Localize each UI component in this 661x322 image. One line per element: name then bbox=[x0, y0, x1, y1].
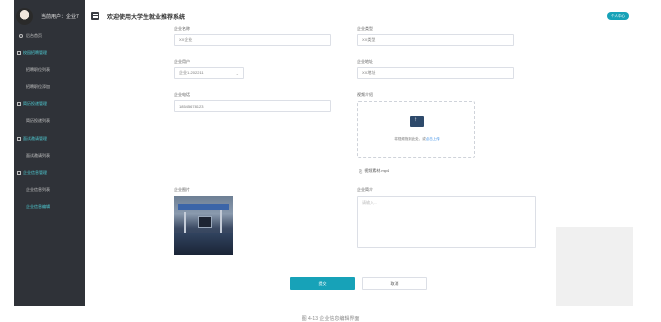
company-address-input[interactable]: XX地址 bbox=[357, 67, 514, 79]
cancel-button[interactable]: 取消 bbox=[362, 277, 427, 290]
sidebar-item-resume-list[interactable]: 简历投递列表 bbox=[14, 116, 85, 126]
company-address-label: 企业地址 bbox=[357, 59, 373, 64]
chevron-down-icon: ⌄ bbox=[235, 71, 239, 76]
sidebar: 当前用户：企业7 后台首页 校园招聘管理 招聘职位列表 招聘职位添加 简历投递管… bbox=[14, 0, 85, 306]
edit-icon bbox=[17, 102, 21, 106]
edit-icon bbox=[17, 51, 21, 55]
home-icon bbox=[19, 34, 23, 38]
company-intro-label: 企业简介 bbox=[357, 187, 373, 192]
figure-caption: 图 4-13 企业信息编辑界面 bbox=[301, 316, 360, 322]
company-user-label: 企业用户 bbox=[174, 59, 190, 64]
sidebar-menu-campus-recruitment[interactable]: 校园招聘管理 bbox=[14, 48, 85, 58]
upload-folder-icon bbox=[410, 116, 424, 127]
sidebar-menu-company-info[interactable]: 企业信息管理 bbox=[14, 168, 85, 178]
company-name-label: 企业名称 bbox=[174, 26, 190, 31]
click-upload-link[interactable]: 点击上传 bbox=[426, 137, 440, 141]
current-user-label: 当前用户：企业7 bbox=[41, 13, 79, 20]
sidebar-item-home[interactable]: 后台首页 bbox=[14, 31, 85, 41]
edit-icon bbox=[17, 171, 21, 175]
sidebar-item-job-add[interactable]: 招聘职位添加 bbox=[14, 82, 85, 92]
company-user-select[interactable]: 企业1-202211 ⌄ bbox=[174, 67, 244, 79]
side-panel bbox=[556, 227, 633, 306]
company-image-label: 企业图片 bbox=[174, 187, 190, 192]
menu-toggle-button[interactable] bbox=[91, 12, 99, 20]
paperclip-icon: ⎘ bbox=[359, 168, 363, 174]
sidebar-menu-resume[interactable]: 简历投递管理 bbox=[14, 99, 85, 109]
company-phone-input[interactable]: 18545678123 bbox=[174, 100, 331, 112]
company-phone-label: 企业电话 bbox=[174, 92, 190, 97]
edit-icon bbox=[17, 137, 21, 141]
video-intro-label: 视频介绍 bbox=[357, 92, 373, 97]
company-name-input[interactable]: XX企业 bbox=[174, 34, 331, 46]
upload-hint: 将视频拖到此处，或点击上传 bbox=[394, 137, 440, 141]
sidebar-item-job-list[interactable]: 招聘职位列表 bbox=[14, 65, 85, 75]
sidebar-menu-interview[interactable]: 面试邀请管理 bbox=[14, 134, 85, 144]
sidebar-item-company-list[interactable]: 企业信息列表 bbox=[14, 185, 85, 195]
hamburger-icon bbox=[92, 13, 98, 15]
submit-button[interactable]: 提交 bbox=[290, 277, 355, 290]
company-type-label: 企业类型 bbox=[357, 26, 373, 31]
sidebar-item-company-edit[interactable]: 企业信息编辑 bbox=[14, 202, 85, 212]
company-intro-textarea[interactable]: 请输入... bbox=[357, 196, 536, 248]
video-upload-dropzone[interactable]: 将视频拖到此处，或点击上传 bbox=[357, 101, 475, 158]
personal-center-button[interactable]: 个人中心 bbox=[607, 12, 629, 20]
sidebar-header: 当前用户：企业7 bbox=[14, 0, 85, 32]
sidebar-item-interview-list[interactable]: 面试邀请列表 bbox=[14, 151, 85, 161]
page-title: 欢迎使用大学生就业推荐系统 bbox=[107, 14, 186, 21]
uploaded-file-item[interactable]: ⎘ 视频素材.mp4 bbox=[359, 168, 389, 174]
company-type-input[interactable]: XX类型 bbox=[357, 34, 514, 46]
company-image[interactable] bbox=[174, 196, 233, 255]
avatar[interactable] bbox=[16, 7, 33, 25]
